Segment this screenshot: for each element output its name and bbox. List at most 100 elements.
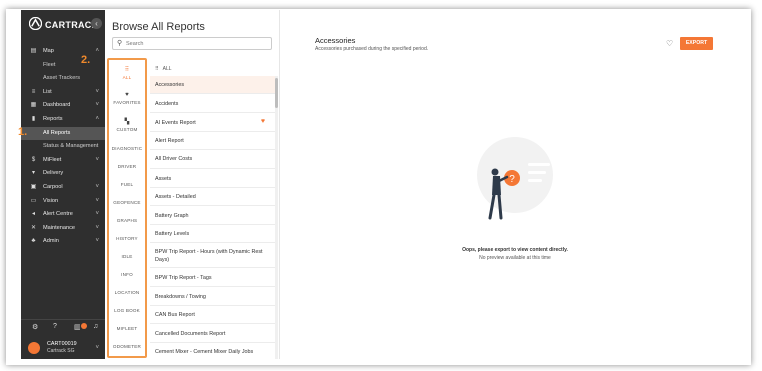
dashboard-icon: ▦ xyxy=(30,102,37,109)
account-company: Cartrack SG xyxy=(47,348,75,354)
chevron-down-icon: ˅ xyxy=(95,345,99,351)
sidebar-item-status-management[interactable]: Status & Management xyxy=(21,140,105,154)
alert-icon: ◂ xyxy=(31,211,35,218)
chevron-down-icon: ˅ xyxy=(95,183,99,190)
chevron-down-icon: ˅ xyxy=(95,211,99,218)
sidebar-footer: ⚙ ? ▥ ♫ CART00019 Cartrack SG ˅ xyxy=(21,319,105,359)
report-row[interactable]: All Driver Costs xyxy=(150,150,275,169)
report-row[interactable]: Cement Mixer - Cement Mixer Daily Jobs xyxy=(150,343,275,359)
sidebar-item-dashboard[interactable]: ▦ Dashboard ˅ xyxy=(21,99,105,113)
brand: CARTRACK ‹ xyxy=(21,10,105,40)
report-row[interactable]: CAN Bus Report xyxy=(150,306,275,324)
dollar-icon: $ xyxy=(31,156,36,163)
category-custom[interactable]: ▚ CUSTOM xyxy=(109,118,145,132)
report-row[interactable]: Assets xyxy=(150,169,275,188)
category-odometer[interactable]: ODOMETER xyxy=(109,344,145,349)
collapse-sidebar-icon[interactable]: ‹ xyxy=(91,18,102,29)
account-id: CART00019 xyxy=(47,341,77,347)
category-driver[interactable]: DRIVER xyxy=(109,164,145,169)
help-icon[interactable]: ? xyxy=(53,323,57,330)
contacts-icon[interactable]: ▥ xyxy=(74,323,81,331)
chevron-down-icon: ˅ xyxy=(95,88,99,95)
report-list-scrollbar[interactable] xyxy=(275,76,278,359)
page-title: Browse All Reports xyxy=(112,21,205,33)
sidebar: CARTRACK ‹ ▤ Map ˄ Fleet Asset Trackers ≡ L… xyxy=(21,10,105,359)
avatar xyxy=(28,342,40,354)
account-switcher[interactable]: CART00019 Cartrack SG ˅ xyxy=(21,340,105,358)
report-row[interactable]: Alert Report xyxy=(150,132,275,150)
report-row[interactable]: Breakdowns / Towing xyxy=(150,287,275,306)
chevron-up-icon: ˄ xyxy=(95,48,99,54)
category-fuel[interactable]: FUEL xyxy=(109,182,145,187)
category-geofence[interactable]: GEOFENCE xyxy=(109,200,145,205)
report-row[interactable]: BPW Trip Report - Tags xyxy=(150,268,275,287)
sidebar-item-maintenance[interactable]: ✕ Maintenance ˅ xyxy=(21,222,105,236)
category-location[interactable]: LOCATION xyxy=(109,290,145,295)
admin-icon: ♣ xyxy=(31,238,36,245)
chevron-down-icon: ˅ xyxy=(95,238,99,245)
chevron-down-icon: ˅ xyxy=(95,156,99,163)
svg-text:?: ? xyxy=(509,174,515,185)
sidebar-item-all-reports[interactable]: All Reports xyxy=(21,126,105,141)
bell-icon[interactable]: ♫ xyxy=(93,323,98,330)
export-button[interactable]: EXPORT xyxy=(680,37,713,50)
settings-icon[interactable]: ⚙ xyxy=(32,323,38,331)
report-row[interactable]: Accidents xyxy=(150,94,275,113)
grid-icon: ⠿ xyxy=(124,67,130,73)
notification-badge xyxy=(81,323,87,329)
favorite-heart-icon[interactable]: ♥ xyxy=(261,118,265,125)
category-log-book[interactable]: LOG BOOK xyxy=(109,308,145,313)
report-row[interactable]: Battery Graph xyxy=(150,206,275,225)
report-title: Accessories xyxy=(315,36,356,45)
category-favorites[interactable]: ♥ FAVORITES xyxy=(109,92,145,105)
category-info[interactable]: INFO xyxy=(109,272,145,277)
report-row-ai-events[interactable]: AI Events Report ♥ xyxy=(150,113,275,132)
report-row-accessories[interactable]: Accessories xyxy=(150,76,275,94)
report-list-header: ⠿ ALL xyxy=(155,66,172,72)
sidebar-item-carpool[interactable]: ▣ Carpool ˅ xyxy=(21,181,105,195)
favorite-heart-outline-icon[interactable]: ♡ xyxy=(666,39,673,48)
report-row[interactable]: BPW Trip Report - Hours (with Dynamic Re… xyxy=(150,243,275,268)
sidebar-item-fleet[interactable]: Fleet xyxy=(21,59,105,73)
category-idle[interactable]: IDLE xyxy=(109,254,145,259)
sidebar-footer-icons: ⚙ ? ▥ ♫ xyxy=(21,322,105,336)
category-all[interactable]: ⠿ ALL xyxy=(109,66,145,80)
empty-state-illustration: ? xyxy=(477,137,553,220)
search-box[interactable]: ⚲ xyxy=(112,37,272,50)
callout-step-2: 2. xyxy=(81,54,91,66)
empty-state-title: Oops, please export to view content dire… xyxy=(462,247,568,253)
sidebar-item-vision[interactable]: ▭ Vision ˅ xyxy=(21,195,105,209)
panel-divider xyxy=(279,10,280,359)
scrollbar-thumb[interactable] xyxy=(275,78,278,108)
grid-icon: ⠿ xyxy=(155,66,159,72)
chevron-down-icon: ˅ xyxy=(95,102,99,109)
chevron-up-icon: ˄ xyxy=(95,115,99,122)
sidebar-item-list[interactable]: ≡ List ˅ xyxy=(21,86,105,100)
report-row[interactable]: Battery Levels xyxy=(150,225,275,243)
maintenance-icon: ✕ xyxy=(30,224,37,231)
sidebar-item-mifleet[interactable]: $ MiFleet ˅ xyxy=(21,154,105,168)
sidebar-item-admin[interactable]: ♣ Admin ˅ xyxy=(21,235,105,249)
report-row[interactable]: Assets - Detailed xyxy=(150,188,275,206)
category-list: ⠿ ALL ♥ FAVORITES ▚ CUSTOM DIAGNOSTIC DRIVE… xyxy=(107,58,147,358)
reports-icon: ▮ xyxy=(31,115,36,122)
report-row[interactable]: Cancelled Documents Report xyxy=(150,324,275,343)
list-icon: ≡ xyxy=(31,88,36,95)
category-mifleet[interactable]: MIFLEET xyxy=(109,326,145,331)
heart-icon: ♥ xyxy=(125,92,129,98)
vision-icon: ▭ xyxy=(30,197,37,204)
sidebar-item-reports[interactable]: ▮ Reports ˄ xyxy=(21,113,105,127)
category-diagnostic[interactable]: DIAGNOSTIC xyxy=(109,146,145,151)
search-input[interactable] xyxy=(126,40,266,48)
sidebar-item-map[interactable]: ▤ Map ˄ xyxy=(21,45,105,59)
report-list: Accessories Accidents AI Events Report ♥ … xyxy=(150,76,279,359)
sidebar-item-delivery[interactable]: ▾ Delivery xyxy=(21,167,105,181)
blocks-icon: ▚ xyxy=(124,119,130,125)
cartrack-logo-icon xyxy=(29,17,42,30)
search-icon: ⚲ xyxy=(117,40,123,47)
category-graphs[interactable]: GRAPHS xyxy=(109,218,145,223)
sidebar-item-alert-centre[interactable]: ◂ Alert Centre ˅ xyxy=(21,208,105,222)
sidebar-item-asset-trackers[interactable]: Asset Trackers xyxy=(21,72,105,86)
report-description: Accessories purchased during the specifi… xyxy=(315,46,429,52)
category-history[interactable]: HISTORY xyxy=(109,236,145,241)
